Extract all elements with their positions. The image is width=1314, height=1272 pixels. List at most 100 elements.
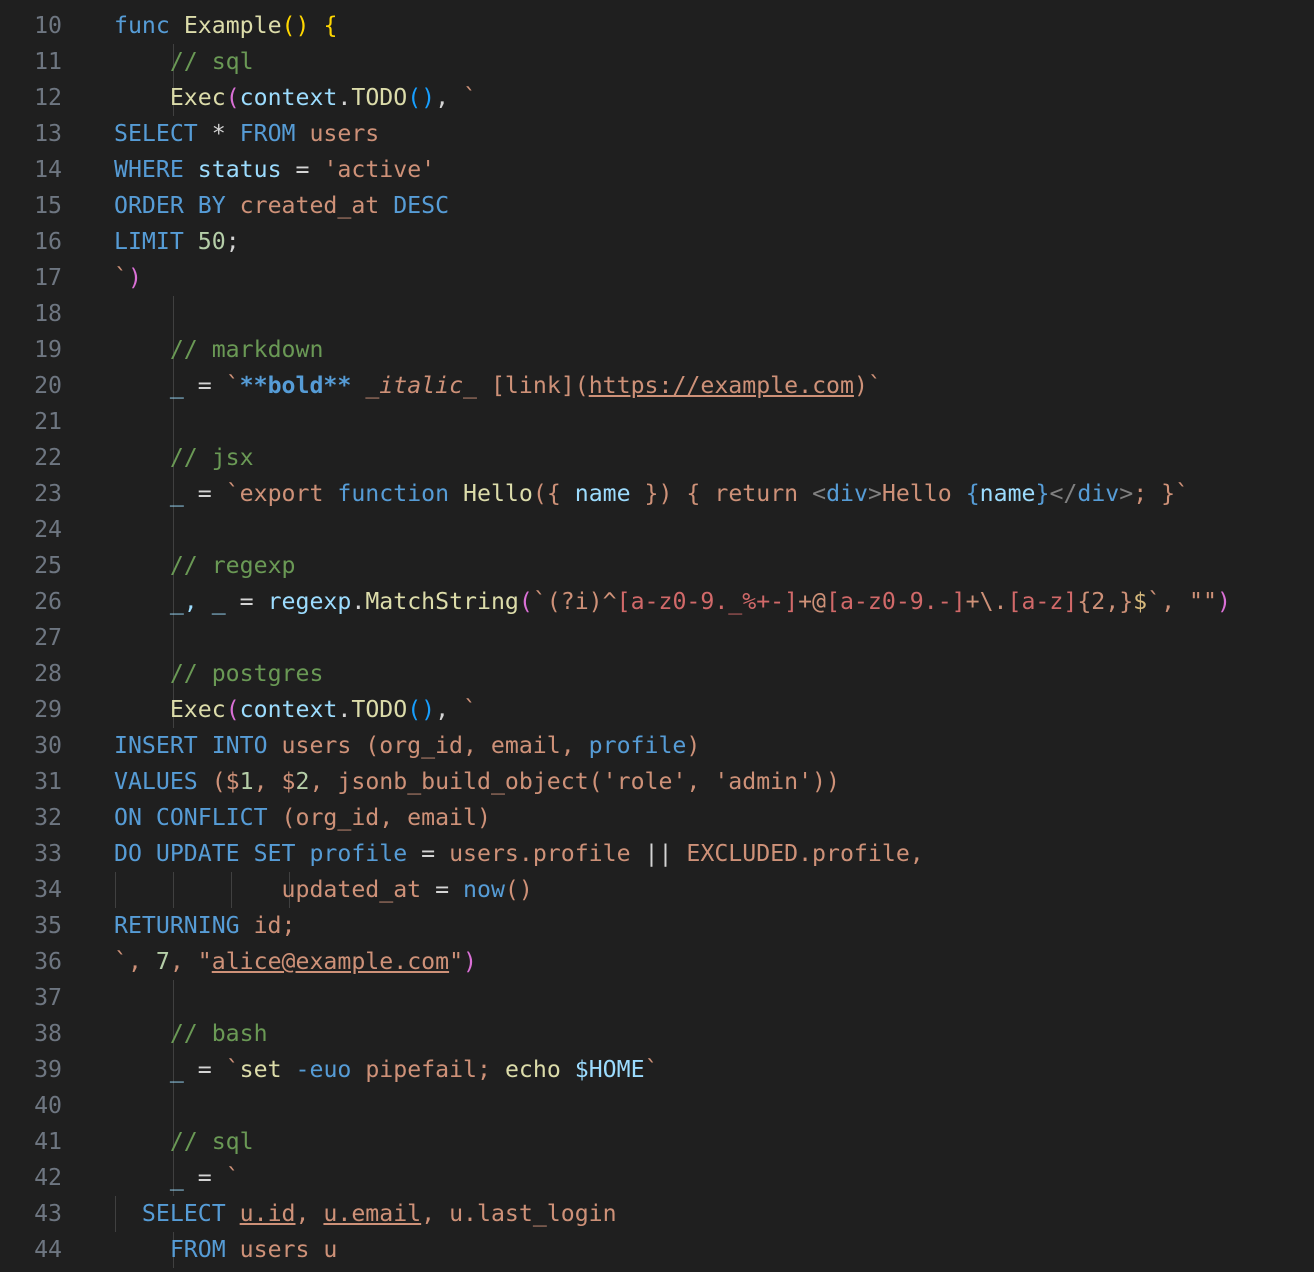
code-text: _ = `**bold** _italic_ [link](https://ex… [114,368,882,404]
code-token: { [323,12,338,39]
code-line[interactable]: 20 _ = `**bold** _italic_ [link](https:/… [0,368,1314,404]
code-line[interactable]: 30 INSERT INTO users (org_id, email, prof… [0,728,1314,764]
code-token: () [407,696,436,723]
code-line[interactable]: 34 updated_at = now() [0,872,1314,908]
line-number: 20 [34,372,62,399]
code-line[interactable]: 13 SELECT * FROM users [0,116,1314,152]
code-token: , " [169,948,212,975]
code-token: // bash [169,1020,268,1047]
code-text: // regexp [114,548,296,584]
line-number: 34 [34,876,62,903]
line-number: 28 [34,660,62,687]
code-line[interactable]: 40 [0,1088,1314,1124]
code-token: name [574,480,631,507]
line-number: 30 [34,732,62,759]
line-number: 43 [34,1200,62,1227]
code-line[interactable]: 16 LIMIT 50; [0,224,1314,260]
code-token: . [351,588,366,615]
code-line[interactable]: 17 `) [0,260,1314,296]
code-line[interactable]: 12 Exec(context.TODO(), ` [0,80,1314,116]
code-line[interactable]: 32 ON CONFLICT (org_id, email) [0,800,1314,836]
code-token: return [714,480,799,507]
code-line[interactable]: 28 // postgres [0,656,1314,692]
code-line[interactable]: 25 // regexp [0,548,1314,584]
code-line[interactable]: 15 ORDER BY created_at DESC [0,188,1314,224]
code-line[interactable]: 43 SELECT u.id, u.email, u.last_login [0,1196,1314,1232]
code-line[interactable]: 29 Exec(context.TODO(), ` [0,692,1314,728]
code-token: id; [239,912,296,939]
code-token: users [295,120,380,147]
code-line[interactable]: 22 // jsx [0,440,1314,476]
indent-guide [173,620,174,656]
code-text: _, _ = regexp.MatchString(`(?i)^[a-z0-9.… [114,584,1231,620]
code-line[interactable]: 23 _ = `export function Hello({ name }) … [0,476,1314,512]
code-token: ON CONFLICT [114,804,268,831]
line-number: 38 [34,1020,62,1047]
code-token: [a-z0-9.-] [826,588,966,615]
code-token: _, _ [169,588,226,615]
code-line[interactable]: 42 _ = ` [0,1160,1314,1196]
code-token: ($ [197,768,240,795]
code-token: // sql [169,1128,254,1155]
code-line[interactable]: 44 FROM users u [0,1232,1314,1268]
code-token: INSERT INTO [114,732,268,759]
code-editor[interactable]: 10 func Example() {11 // sql 12 Exec(conte… [0,0,1314,1272]
code-text: LIMIT 50; [114,224,240,260]
line-number: 44 [34,1236,62,1263]
code-token: _ [169,480,184,507]
code-token: +\. [965,588,1008,615]
code-token: Hello [463,480,533,507]
code-line[interactable]: 24 [0,512,1314,548]
code-token: SELECT [114,120,198,147]
code-token: RETURNING [114,912,240,939]
indent-guide [173,296,174,332]
line-number: 37 [34,984,62,1011]
code-line[interactable]: 35 RETURNING id; [0,908,1314,944]
code-line[interactable]: 19 // markdown [0,332,1314,368]
line-number: 18 [34,300,62,327]
code-token: , [435,84,464,111]
code-token: users (org_id, email, [267,732,589,759]
code-line[interactable]: 38 // bash [0,1016,1314,1052]
code-line[interactable]: 39 _ = `set -euo pipefail; echo $HOME` [0,1052,1314,1088]
code-line[interactable]: 41 // sql [0,1124,1314,1160]
code-token: , jsonb_build_object('role', 'admin')) [309,768,840,795]
code-token: ` [463,84,478,111]
code-token: `(?i)^ [532,588,617,615]
code-token: ) [127,264,142,291]
code-text: // jsx [114,440,254,476]
code-token: ` [114,264,128,291]
code-token: ` [225,1056,240,1083]
code-token: , $ [253,768,296,795]
code-text: Exec(context.TODO(), ` [114,692,477,728]
code-line[interactable]: 10 func Example() { [0,8,1314,44]
code-line[interactable]: 14 WHERE status = 'active' [0,152,1314,188]
code-line[interactable]: 36 `, 7, "alice@example.com") [0,944,1314,980]
code-token: // sql [169,48,254,75]
code-token: </ [1049,480,1078,507]
code-token: {2,} [1077,588,1134,615]
code-line[interactable]: 18 [0,296,1314,332]
code-token: // jsx [169,444,254,471]
code-line[interactable]: 26 _, _ = regexp.MatchString(`(?i)^[a-z0… [0,584,1314,620]
code-token: )` [853,372,882,399]
line-number: 23 [34,480,62,507]
code-line[interactable]: 27 [0,620,1314,656]
line-number: 33 [34,840,62,867]
code-line[interactable]: 21 [0,404,1314,440]
code-token: TODO [351,84,408,111]
code-token: ; [225,228,240,255]
code-line[interactable]: 37 [0,980,1314,1016]
line-number: 42 [34,1164,62,1191]
code-token: set [239,1056,282,1083]
code-line[interactable]: 33 DO UPDATE SET profile = users.profile … [0,836,1314,872]
code-line[interactable]: 11 // sql [0,44,1314,80]
code-line[interactable]: 31 VALUES ($1, $2, jsonb_build_object('ro… [0,764,1314,800]
